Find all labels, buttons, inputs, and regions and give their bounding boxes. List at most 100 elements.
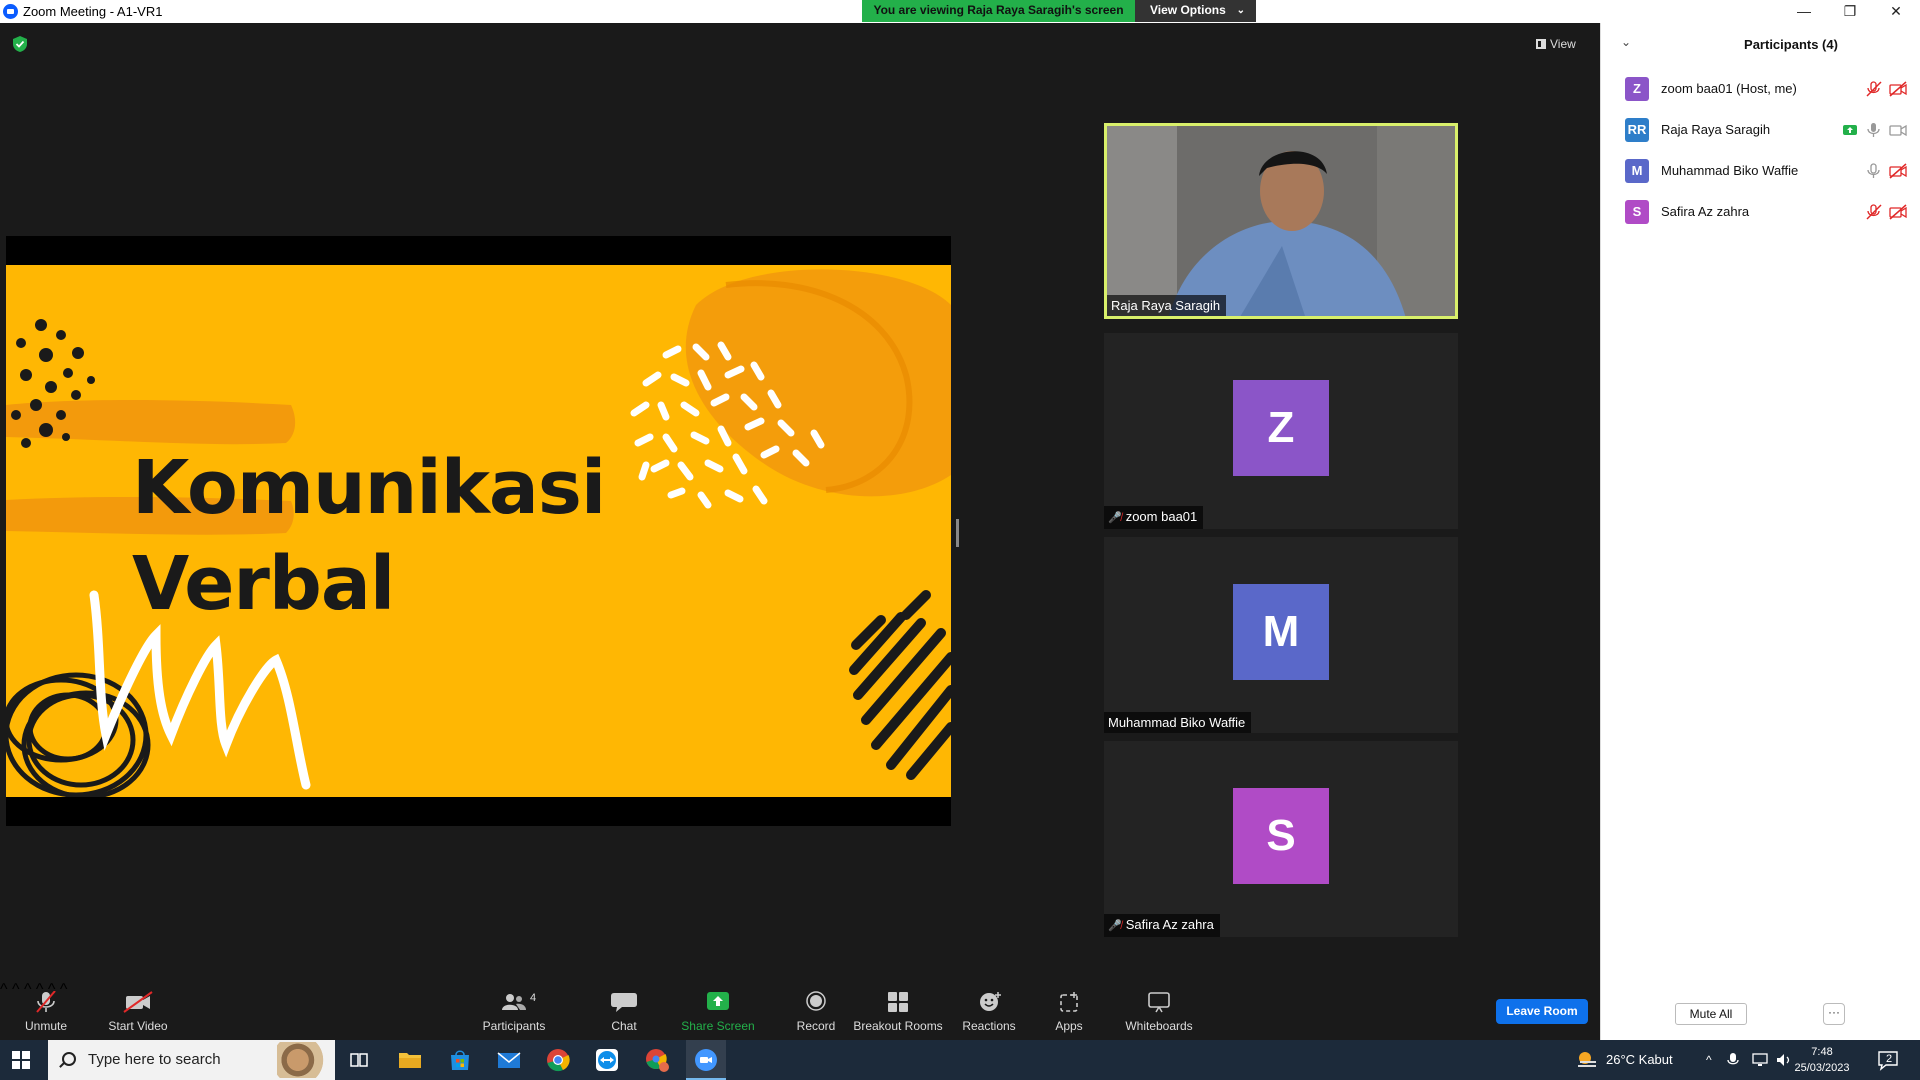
zoom-logo-icon [3, 4, 18, 19]
meeting-toolbar: Unmute ^ Start Video ^ Participants 4 Ch… [0, 981, 1600, 1040]
close-button[interactable]: ✕ [1873, 0, 1919, 23]
start-video-button[interactable]: Start Video [108, 981, 168, 1040]
participant-name-label: 🎤̸ zoom baa01 [1104, 506, 1204, 529]
participant-video [1107, 126, 1455, 316]
video-tile-zoom-baa01[interactable]: Z 🎤̸ zoom baa01 [1104, 333, 1458, 529]
share-screen-button[interactable]: Share Screen [681, 981, 755, 1040]
video-off-icon[interactable] [1889, 81, 1907, 97]
participant-name-label: Muhammad Biko Waffie [1104, 712, 1252, 733]
slide-title-line2: Verbal [132, 541, 395, 627]
participants-button[interactable]: Participants [483, 981, 545, 1040]
record-button[interactable]: Record [792, 981, 840, 1040]
weather-text[interactable]: 26°C Kabut [1606, 1040, 1673, 1080]
participant-row[interactable]: Z zoom baa01 (Host, me) [1601, 69, 1920, 109]
mic-icon[interactable] [1865, 163, 1883, 179]
participants-count-badge: 4 [530, 992, 537, 1004]
zoom-active-indicator [686, 1040, 726, 1080]
video-tile-muhammad[interactable]: M Muhammad Biko Waffie [1104, 537, 1458, 733]
reactions-icon [980, 992, 1001, 1011]
clock-time: 7:48 [1811, 1046, 1833, 1058]
participant-name: Safira Az zahra [1661, 204, 1750, 219]
share-screen-icon [707, 992, 729, 1010]
video-on-icon[interactable] [1889, 122, 1907, 138]
avatar: S [1233, 788, 1329, 884]
grid-view-icon [1536, 39, 1546, 49]
breakout-rooms-button[interactable]: Breakout Rooms [853, 981, 943, 1040]
weather-icon [1578, 1052, 1596, 1067]
participants-panel-title: Participants (4) [1744, 37, 1838, 52]
restore-button[interactable]: ❐ [1827, 0, 1873, 23]
taskbar-clock[interactable]: 7:48 25/03/2023 [1790, 1044, 1854, 1076]
chevron-down-icon: ⌄ [1236, 5, 1245, 16]
participant-row[interactable]: RR Raja Raya Saragih [1601, 110, 1920, 150]
unmute-button[interactable]: Unmute [20, 981, 72, 1040]
apps-label: Apps [1055, 1019, 1083, 1033]
slide-title-line1: Komunikasi [132, 445, 606, 531]
file-explorer-icon[interactable] [396, 1046, 424, 1074]
view-label: View [1550, 37, 1576, 51]
participant-name: Safira Az zahra [1125, 917, 1214, 932]
record-icon [806, 991, 826, 1011]
clock-date: 25/03/2023 [1794, 1062, 1850, 1074]
mic-muted-icon[interactable] [1865, 81, 1883, 97]
share-screen-label: Share Screen [681, 1019, 755, 1033]
chrome-icon[interactable] [544, 1046, 572, 1074]
encryption-shield-icon[interactable] [12, 35, 28, 53]
participant-row[interactable]: S Safira Az zahra [1601, 192, 1920, 232]
teamviewer-icon[interactable] [593, 1046, 621, 1074]
mic-muted-icon: 🎤̸ [1108, 920, 1122, 932]
windows-start-icon[interactable] [12, 1051, 30, 1069]
avatar: RR [1625, 118, 1649, 142]
mic-muted-icon[interactable] [1865, 204, 1883, 220]
slide-title: Komunikasi Verbal [132, 440, 606, 632]
avatar: Z [1625, 77, 1649, 101]
view-options-button[interactable]: View Options ⌄ [1135, 0, 1256, 22]
chat-button[interactable]: Chat [606, 981, 642, 1040]
notification-count: 2 [1885, 1053, 1893, 1065]
apps-icon [1060, 992, 1078, 1012]
mail-icon[interactable] [495, 1046, 523, 1074]
search-icon [62, 1052, 76, 1066]
breakout-rooms-icon [888, 992, 908, 1012]
participant-name: Muhammad Biko Waffie [1661, 163, 1799, 178]
avatar: M [1625, 159, 1649, 183]
microphone-tray-icon [1727, 1053, 1739, 1065]
task-view-icon[interactable] [345, 1046, 373, 1074]
reactions-button[interactable]: Reactions [962, 981, 1016, 1040]
chrome-profile-icon[interactable] [643, 1046, 671, 1074]
network-icon[interactable] [1751, 1052, 1769, 1068]
microsoft-store-icon[interactable] [446, 1046, 474, 1074]
video-tile-safira[interactable]: S 🎤̸ Safira Az zahra [1104, 741, 1458, 937]
video-off-icon[interactable] [1889, 204, 1907, 220]
view-button[interactable]: View [1536, 33, 1590, 55]
whiteboards-button[interactable]: Whiteboards [1125, 981, 1193, 1040]
video-tile-raja[interactable]: Raja Raya Saragih [1104, 123, 1458, 319]
whiteboard-icon [1148, 992, 1170, 1013]
apps-button[interactable]: Apps [1054, 981, 1084, 1040]
windows-taskbar: Type here to search 26°C Kabut ^ 7:48 25… [0, 1040, 1920, 1080]
window-title: Zoom Meeting - A1-VR1 [23, 4, 163, 19]
video-off-icon[interactable] [1889, 163, 1907, 179]
search-highlight-image [277, 1042, 329, 1078]
participant-row[interactable]: M Muhammad Biko Waffie [1601, 151, 1920, 191]
participants-label: Participants [482, 1019, 546, 1033]
hidden-icons-chevron-icon[interactable]: ^ [1706, 1040, 1712, 1080]
viewing-screen-banner: You are viewing Raja Raya Saragih's scre… [862, 0, 1135, 22]
mute-all-button[interactable]: Mute All [1675, 1003, 1747, 1025]
mic-muted-icon: 🎤̸ [1108, 512, 1122, 524]
participant-name-label: 🎤̸ Safira Az zahra [1104, 914, 1220, 937]
more-options-button[interactable]: ··· [1823, 1003, 1845, 1025]
mic-muted-icon [36, 991, 56, 1013]
mic-icon[interactable] [1865, 122, 1883, 138]
start-video-label: Start Video [108, 1019, 168, 1033]
minimize-button[interactable]: — [1781, 0, 1827, 23]
avatar: Z [1233, 380, 1329, 476]
audio-options-caret-icon[interactable]: ^ [0, 981, 8, 998]
participants-panel-header: ⌄ Participants (4) [1601, 23, 1920, 65]
leave-room-button[interactable]: Leave Room [1496, 999, 1588, 1024]
split-view-divider[interactable] [956, 519, 959, 547]
video-options-caret-icon[interactable]: ^ [12, 981, 20, 998]
taskbar-search-box[interactable]: Type here to search [48, 1040, 335, 1080]
unmute-label: Unmute [24, 1019, 68, 1033]
participant-name: zoom baa01 (Host, me) [1661, 81, 1797, 96]
